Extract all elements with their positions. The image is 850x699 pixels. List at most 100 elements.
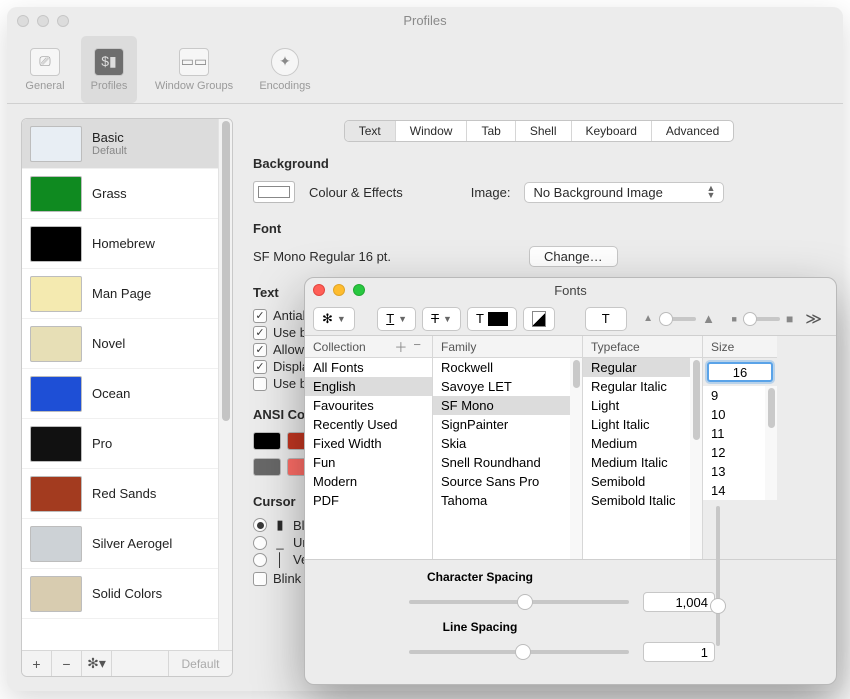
collection-list[interactable]: All FontsEnglishFavouritesRecently UsedF…	[305, 358, 432, 559]
family-scrollbar[interactable]	[570, 358, 582, 559]
font-item[interactable]: Light Italic	[583, 415, 690, 434]
font-item[interactable]: Rockwell	[433, 358, 570, 377]
size-scrollbar[interactable]	[765, 386, 777, 500]
profile-thumb	[30, 326, 82, 362]
size-item[interactable]: 13	[703, 462, 765, 481]
size-list[interactable]: 91011121314	[703, 386, 765, 500]
size-slider[interactable]	[716, 506, 720, 646]
tab-tab[interactable]: Tab	[467, 121, 515, 141]
profile-row-man-page[interactable]: Man Page	[22, 269, 218, 319]
font-item[interactable]: Fixed Width	[305, 434, 432, 453]
change-font-button[interactable]: Change…	[529, 246, 618, 267]
text-option-checkbox[interactable]	[253, 343, 267, 357]
document-color-button[interactable]	[523, 307, 555, 331]
collection-add-remove[interactable]: ＋−	[391, 337, 424, 356]
font-item[interactable]: English	[305, 377, 432, 396]
profile-row-novel[interactable]: Novel	[22, 319, 218, 369]
toolbar-window-groups[interactable]: ▭▭ Window Groups	[145, 36, 243, 103]
profile-thumb	[30, 526, 82, 562]
shadow-blur-slider[interactable]	[743, 317, 780, 321]
font-item[interactable]: Medium Italic	[583, 453, 690, 472]
profile-row-grass[interactable]: Grass	[22, 169, 218, 219]
ansi-swatch[interactable]	[253, 458, 281, 476]
size-item[interactable]: 9	[703, 386, 765, 405]
font-item[interactable]: Medium	[583, 434, 690, 453]
char-spacing-input[interactable]	[643, 592, 715, 612]
background-image-popup[interactable]: No Background Image ▲▼	[524, 182, 724, 203]
font-item[interactable]: Fun	[305, 453, 432, 472]
ansi-swatch[interactable]	[253, 432, 281, 450]
typeface-header: Typeface	[591, 340, 640, 354]
toolbar-profiles[interactable]: $▮ Profiles	[81, 36, 137, 103]
font-item[interactable]: All Fonts	[305, 358, 432, 377]
set-default-button[interactable]: Default	[168, 651, 232, 676]
strikethrough-button[interactable]: T ▼	[422, 307, 461, 331]
encodings-icon: ✦	[271, 48, 299, 76]
font-item[interactable]: Skia	[433, 434, 570, 453]
toolbar-encodings[interactable]: ✦ Encodings	[251, 36, 319, 103]
typography-button[interactable]: T	[585, 307, 627, 331]
font-item[interactable]: Regular	[583, 358, 690, 377]
typeface-list[interactable]: RegularRegular ItalicLightLight ItalicMe…	[583, 358, 690, 559]
size-input[interactable]	[707, 362, 773, 382]
image-label: Image:	[471, 185, 511, 200]
fonts-more-button[interactable]: ≫	[799, 309, 828, 329]
tab-advanced[interactable]: Advanced	[652, 121, 733, 141]
font-item[interactable]: Regular Italic	[583, 377, 690, 396]
text-option-checkbox[interactable]	[253, 360, 267, 374]
typeface-scrollbar[interactable]	[690, 358, 702, 559]
tab-keyboard[interactable]: Keyboard	[572, 121, 652, 141]
size-item[interactable]: 10	[703, 405, 765, 424]
line-spacing-slider[interactable]	[409, 650, 629, 654]
profile-row-ocean[interactable]: Ocean	[22, 369, 218, 419]
tab-window[interactable]: Window	[396, 121, 468, 141]
cursor-radio[interactable]	[253, 518, 267, 532]
size-item[interactable]: 14	[703, 481, 765, 500]
blur-max-icon: ■	[786, 312, 793, 326]
cursor-radio[interactable]	[253, 536, 267, 550]
sidebar-scrollbar[interactable]	[218, 119, 232, 650]
profile-row-pro[interactable]: Pro	[22, 419, 218, 469]
size-item[interactable]: 11	[703, 424, 765, 443]
line-spacing-input[interactable]	[643, 642, 715, 662]
family-list[interactable]: RockwellSavoye LETSF MonoSignPainterSkia…	[433, 358, 570, 559]
font-item[interactable]: Modern	[305, 472, 432, 491]
size-item[interactable]: 12	[703, 443, 765, 462]
font-item[interactable]: SF Mono	[433, 396, 570, 415]
font-item[interactable]: PDF	[305, 491, 432, 510]
tab-text[interactable]: Text	[345, 121, 396, 141]
font-item[interactable]: Source Sans Pro	[433, 472, 570, 491]
char-spacing-slider[interactable]	[409, 600, 629, 604]
font-item[interactable]: Recently Used	[305, 415, 432, 434]
font-item[interactable]: Snell Roundhand	[433, 453, 570, 472]
font-item[interactable]: Savoye LET	[433, 377, 570, 396]
font-item[interactable]: SignPainter	[433, 415, 570, 434]
profile-list[interactable]: BasicDefaultGrassHomebrewMan PageNovelOc…	[22, 119, 218, 650]
cursor-radio[interactable]	[253, 553, 267, 567]
profile-row-homebrew[interactable]: Homebrew	[22, 219, 218, 269]
blink-checkbox[interactable]	[253, 572, 267, 586]
text-option-checkbox[interactable]	[253, 377, 267, 391]
font-item[interactable]: Light	[583, 396, 690, 415]
font-item[interactable]: Semibold	[583, 472, 690, 491]
tab-shell[interactable]: Shell	[516, 121, 572, 141]
toolbar-general[interactable]: ⎚ General	[17, 36, 73, 103]
profile-row-silver-aerogel[interactable]: Silver Aerogel	[22, 519, 218, 569]
font-item[interactable]: Tahoma	[433, 491, 570, 510]
font-item[interactable]: Semibold Italic	[583, 491, 690, 510]
text-option-checkbox[interactable]	[253, 309, 267, 323]
add-profile-button[interactable]: +	[22, 651, 52, 676]
background-colour-swatch[interactable]	[253, 181, 295, 203]
underline-button[interactable]: T ▼	[377, 307, 416, 331]
font-item[interactable]: Favourites	[305, 396, 432, 415]
shadow-opacity-slider[interactable]	[659, 317, 696, 321]
blink-label: Blink	[273, 571, 301, 586]
remove-profile-button[interactable]: −	[52, 651, 82, 676]
profile-row-red-sands[interactable]: Red Sands	[22, 469, 218, 519]
text-option-checkbox[interactable]	[253, 326, 267, 340]
profile-actions-button[interactable]: ✻▾	[82, 651, 112, 676]
profile-row-solid-colors[interactable]: Solid Colors	[22, 569, 218, 619]
fonts-actions-button[interactable]: ✻ ▼	[313, 307, 355, 331]
profile-row-basic[interactable]: BasicDefault	[22, 119, 218, 169]
text-color-button[interactable]: T	[467, 307, 517, 331]
